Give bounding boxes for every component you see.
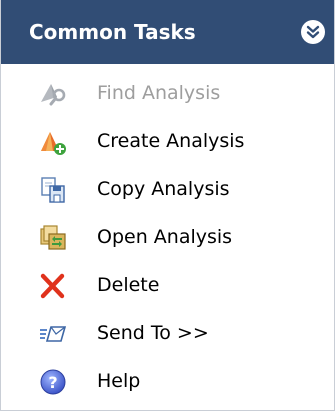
- double-chevron-down-icon[interactable]: [301, 20, 325, 44]
- open-analysis-icon: [38, 223, 68, 253]
- find-analysis-icon: [38, 79, 68, 109]
- task-label: Create Analysis: [97, 130, 245, 152]
- task-label: Help: [97, 370, 141, 392]
- panel-title: Common Tasks: [29, 20, 196, 44]
- task-open-analysis[interactable]: Open Analysis: [1, 214, 334, 262]
- task-label: Find Analysis: [97, 82, 221, 104]
- copy-analysis-icon: [38, 175, 68, 205]
- svg-text:?: ?: [48, 373, 57, 392]
- task-help[interactable]: ? Help: [1, 358, 334, 406]
- send-to-icon: [38, 319, 68, 349]
- task-find-analysis: Find Analysis: [1, 70, 334, 118]
- task-create-analysis[interactable]: Create Analysis: [1, 118, 334, 166]
- delete-icon: [38, 271, 68, 301]
- task-label: Send To >>: [97, 322, 209, 344]
- panel-header[interactable]: Common Tasks: [1, 0, 334, 64]
- task-label: Copy Analysis: [97, 178, 230, 200]
- task-list: Find Analysis Create Analysis Copy Analy…: [1, 70, 334, 406]
- task-label: Delete: [97, 274, 160, 296]
- help-icon: ?: [38, 367, 68, 397]
- task-send-to[interactable]: Send To >>: [1, 310, 334, 358]
- task-label: Open Analysis: [97, 226, 233, 248]
- task-delete[interactable]: Delete: [1, 262, 334, 310]
- task-copy-analysis[interactable]: Copy Analysis: [1, 166, 334, 214]
- common-tasks-panel: Common Tasks Find Analysis Create Analys…: [0, 0, 335, 411]
- create-analysis-icon: [38, 127, 68, 157]
